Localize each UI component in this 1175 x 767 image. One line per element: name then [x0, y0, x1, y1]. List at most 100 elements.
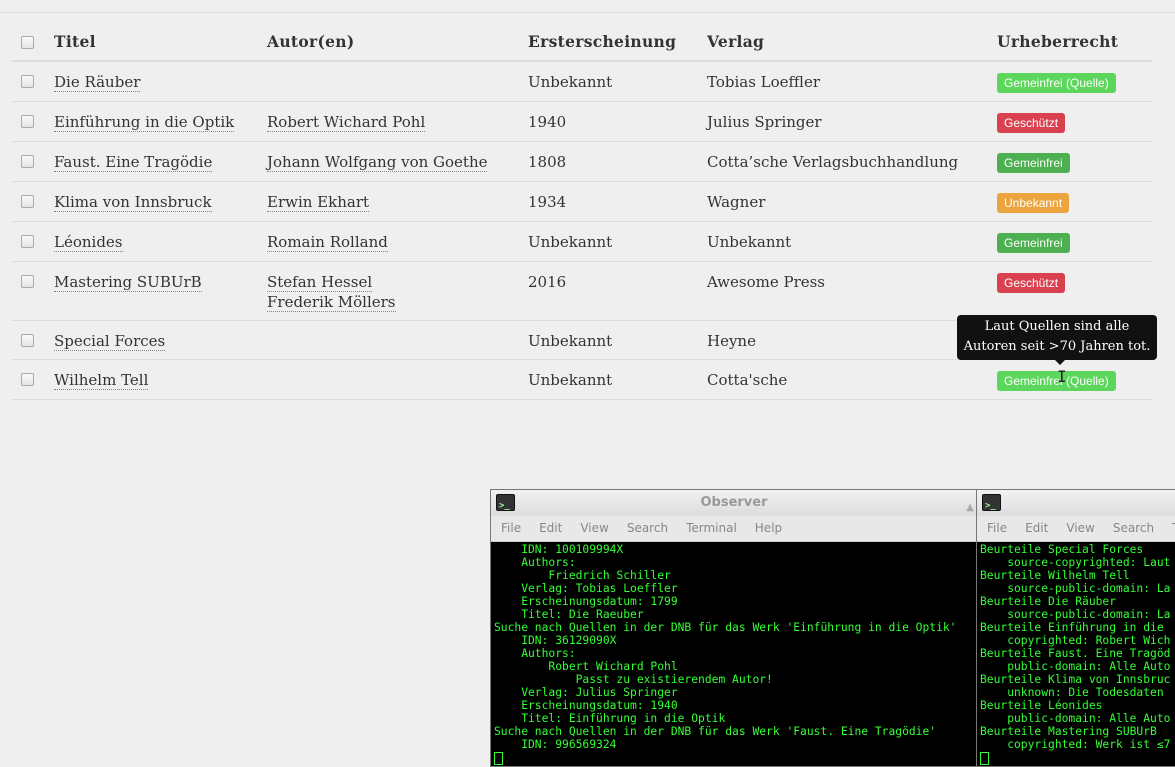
- first-published-cell: Unbekannt: [528, 221, 707, 262]
- terminal-window-second[interactable]: FileEditViewSearchTerminal Beurteile Spe…: [976, 489, 1175, 767]
- copyright-status-badge[interactable]: Geschützt: [997, 273, 1066, 293]
- first-published-cell: 1940: [528, 101, 707, 142]
- row-checkbox[interactable]: [21, 235, 34, 248]
- select-all-checkbox[interactable]: [21, 36, 34, 49]
- author-link[interactable]: Frederik Möllers: [267, 293, 396, 312]
- terminal-line: Erscheinungsdatum: 1799: [494, 595, 678, 608]
- terminal-menu-item[interactable]: Edit: [1025, 521, 1048, 535]
- header-publisher[interactable]: Verlag: [707, 22, 997, 62]
- copyright-status-badge[interactable]: Gemeinfrei: [997, 233, 1070, 253]
- authors-cell: Johann Wolfgang von Goethe: [267, 141, 528, 182]
- copyright-status-badge[interactable]: Unbekannt: [997, 193, 1070, 213]
- terminal-line: source-public-domain: La: [980, 582, 1171, 595]
- table-row: Die Räuber Unbekannt Tobias Loeffler Gemein…: [12, 61, 1152, 102]
- terminal-menu-item[interactable]: File: [501, 521, 521, 535]
- terminal-menu-item[interactable]: Search: [627, 521, 668, 535]
- author-link[interactable]: Stefan Hessel: [267, 273, 373, 292]
- row-select-cell: [12, 359, 54, 400]
- row-checkbox[interactable]: [21, 195, 34, 208]
- terminal-line: Beurteile Einführung in die: [980, 621, 1164, 634]
- table-header-row: Titel Autor(en) Ersterscheinung Verlag U…: [12, 22, 1152, 62]
- copyright-cell: Gemeinfrei (Quelle): [997, 61, 1152, 102]
- terminal-menu-item[interactable]: Search: [1113, 521, 1154, 535]
- terminal-line: Robert Wichard Pohl: [494, 660, 678, 673]
- title-link[interactable]: Wilhelm Tell: [54, 371, 149, 390]
- publisher-cell: Julius Springer: [707, 101, 997, 142]
- copyright-cell: Gemeinfrei (Quelle): [997, 359, 1152, 400]
- terminal-title: Observer: [700, 495, 768, 510]
- table-row: Klima von Innsbruck Erwin Ekhart 1934 Wagne…: [12, 181, 1152, 222]
- copyright-cell: Unbekannt: [997, 181, 1152, 222]
- tooltip-arrow: [1055, 360, 1065, 365]
- title-link[interactable]: Klima von Innsbruck: [54, 193, 212, 212]
- author-link[interactable]: Johann Wolfgang von Goethe: [267, 153, 488, 172]
- title-link[interactable]: Mastering SUBUrB: [54, 273, 202, 292]
- terminal-menu-item[interactable]: Help: [755, 521, 782, 535]
- terminal-menu-item[interactable]: Terminal: [686, 521, 737, 535]
- title-link[interactable]: Die Räuber: [54, 73, 141, 92]
- text-cursor-icon: I: [1057, 367, 1067, 386]
- author-link[interactable]: Romain Rolland: [267, 233, 388, 252]
- scroll-up-icon[interactable]: ▲: [966, 495, 974, 521]
- terminal-line: Beurteile Léonides: [980, 699, 1103, 712]
- terminal-menu-item[interactable]: File: [987, 521, 1007, 535]
- title-cell: Special Forces: [54, 320, 267, 360]
- title-link[interactable]: Léonides: [54, 233, 123, 252]
- terminal-titlebar[interactable]: Observer ▲: [491, 490, 977, 519]
- terminal-line: IDN: 996569324: [494, 738, 617, 751]
- terminal-window-observer[interactable]: Observer ▲ File Edit View Search Terminal Hel…: [490, 489, 978, 767]
- terminal-line: copyrighted: Werk ist ≤7: [980, 738, 1171, 751]
- publisher-cell: Cotta'sche: [707, 359, 997, 400]
- table-row: Mastering SUBUrB Stefan Hessel Frederik Mö…: [12, 261, 1152, 321]
- terminal-output[interactable]: IDN: 100109994X Authors: Friedrich Schil…: [491, 542, 977, 766]
- terminal-cursor: [494, 751, 503, 765]
- header-copyright[interactable]: Urheberrecht: [997, 22, 1152, 62]
- title-cell: Wilhelm Tell: [54, 359, 267, 400]
- first-published-cell: Unbekannt: [528, 61, 707, 102]
- table-row: Wilhelm Tell Unbekannt Cotta'sche Gemeinfre…: [12, 359, 1152, 400]
- title-link[interactable]: Faust. Eine Tragödie: [54, 153, 213, 172]
- header-title[interactable]: Titel: [54, 22, 267, 62]
- row-select-cell: [12, 181, 54, 222]
- first-published-cell: Unbekannt: [528, 320, 707, 360]
- copyright-status-badge[interactable]: Geschützt: [997, 113, 1066, 133]
- table-row: Einführung in die Optik Robert Wichard Po…: [12, 101, 1152, 142]
- row-checkbox[interactable]: [21, 275, 34, 288]
- terminal-line: Titel: Die Raeuber: [494, 608, 644, 621]
- author-link[interactable]: Robert Wichard Pohl: [267, 113, 426, 132]
- terminal-menu-item[interactable]: Edit: [539, 521, 562, 535]
- copyright-status-badge[interactable]: Gemeinfrei (Quelle): [997, 73, 1116, 93]
- title-link[interactable]: Einführung in die Optik: [54, 113, 235, 132]
- publisher-cell: Unbekannt: [707, 221, 997, 262]
- authors-cell: Romain Rolland: [267, 221, 528, 262]
- terminal-output[interactable]: Beurteile Special Forces source-copyrigh…: [977, 542, 1175, 766]
- row-checkbox[interactable]: [21, 75, 34, 88]
- terminal-menu-item[interactable]: View: [1066, 521, 1094, 535]
- row-select-cell: [12, 261, 54, 321]
- copyright-cell: Gemeinfrei: [997, 141, 1152, 182]
- terminal-line: Erscheinungsdatum: 1940: [494, 699, 678, 712]
- author-link[interactable]: Erwin Ekhart: [267, 193, 370, 212]
- terminal-titlebar[interactable]: [977, 490, 1175, 519]
- title-cell: Klima von Innsbruck: [54, 181, 267, 222]
- header-first-published[interactable]: Ersterscheinung: [528, 22, 707, 62]
- row-checkbox[interactable]: [21, 334, 34, 347]
- terminal-line: source-copyrighted: Laut: [980, 556, 1171, 569]
- title-cell: Léonides: [54, 221, 267, 262]
- row-checkbox[interactable]: [21, 155, 34, 168]
- terminal-menubar: FileEditViewSearchTerminal: [977, 516, 1175, 542]
- copyright-status-badge[interactable]: Gemeinfrei: [997, 153, 1070, 173]
- terminal-line: IDN: 100109994X: [494, 543, 624, 556]
- terminal-line: Titel: Einführung in die Optik: [494, 712, 726, 725]
- terminal-menu-item[interactable]: View: [580, 521, 608, 535]
- title-cell: Einführung in die Optik: [54, 101, 267, 142]
- terminal-menubar: File Edit View Search Terminal Help: [491, 516, 977, 542]
- terminal-line: Beurteile Klima von Innsbruc: [980, 673, 1171, 686]
- row-checkbox[interactable]: [21, 115, 34, 128]
- first-published-cell: 2016: [528, 261, 707, 321]
- header-authors[interactable]: Autor(en): [267, 22, 528, 62]
- row-checkbox[interactable]: [21, 373, 34, 386]
- row-select-cell: [12, 61, 54, 102]
- terminal-icon: [496, 493, 515, 519]
- title-link[interactable]: Special Forces: [54, 332, 166, 351]
